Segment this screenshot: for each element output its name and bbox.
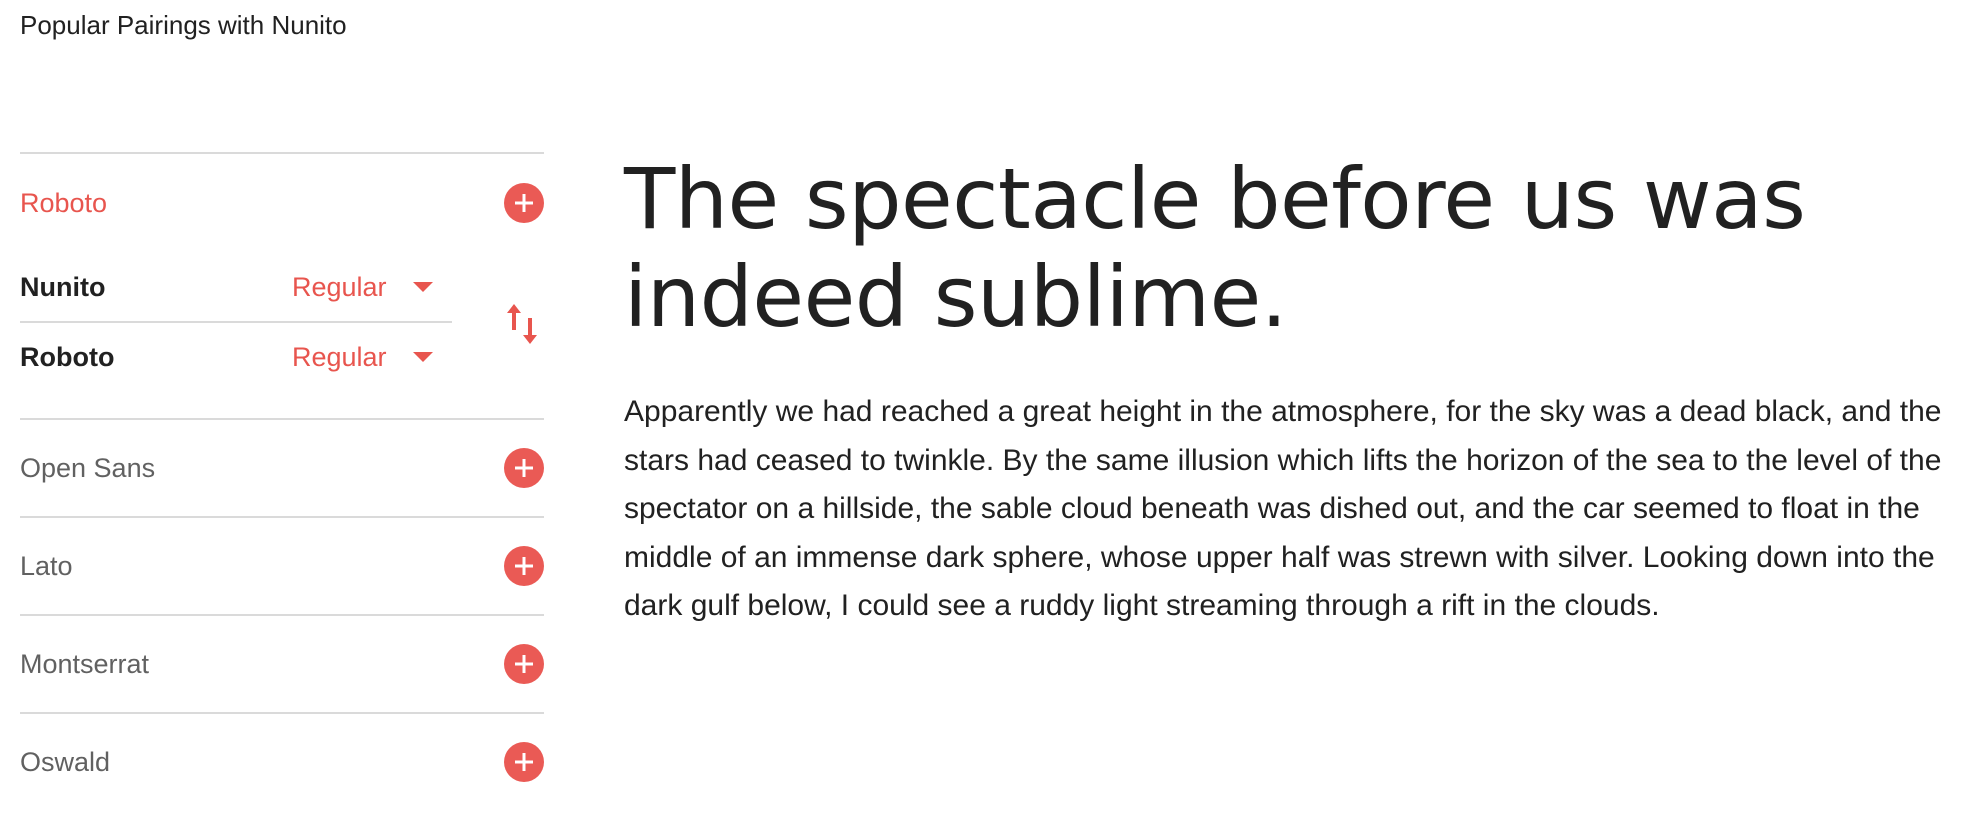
plus-circle-icon[interactable] xyxy=(504,448,544,488)
pairing-detail: Nunito Regular Roboto Regular xyxy=(20,252,544,418)
pairing-item-lato[interactable]: Lato xyxy=(20,518,544,614)
chevron-down-icon xyxy=(412,282,433,292)
pairing-item-montserrat[interactable]: Montserrat xyxy=(20,616,544,712)
pairings-page: Popular Pairings with Nunito Roboto Nuni… xyxy=(0,0,1968,828)
pairing-item-roboto[interactable]: Roboto xyxy=(20,154,544,252)
pairing-name: Open Sans xyxy=(20,452,156,483)
preview-headline: The spectacle before us was indeed subli… xyxy=(624,150,1806,346)
primary-weight-label: Regular xyxy=(292,271,387,302)
plus-circle-icon[interactable] xyxy=(504,742,544,782)
secondary-weight-select[interactable]: Regular xyxy=(292,342,433,373)
swap-vertical-icon[interactable] xyxy=(504,300,544,348)
pairing-item-oswald[interactable]: Oswald xyxy=(20,714,544,810)
section-title: Popular Pairings with Nunito xyxy=(20,10,347,40)
pairing-name: Montserrat xyxy=(20,648,150,679)
pair-primary-row: Nunito Regular xyxy=(20,252,452,322)
pair-secondary-row: Roboto Regular xyxy=(20,321,452,391)
primary-font-family: Nunito xyxy=(20,271,106,302)
pairing-name: Lato xyxy=(20,550,73,581)
pairing-preview: The spectacle before us was indeed subli… xyxy=(624,150,1954,631)
plus-circle-icon[interactable] xyxy=(504,183,544,223)
plus-circle-icon[interactable] xyxy=(504,546,544,586)
primary-weight-select[interactable]: Regular xyxy=(292,272,433,303)
chevron-down-icon xyxy=(412,352,433,362)
pairing-list: Roboto Nunito Regular Roboto Regular Ope… xyxy=(20,152,544,810)
secondary-weight-label: Regular xyxy=(292,341,387,372)
preview-body: Apparently we had reached a great height… xyxy=(624,395,1942,622)
pairing-name: Oswald xyxy=(20,746,111,777)
pairing-item-open-sans[interactable]: Open Sans xyxy=(20,420,544,516)
secondary-font-family: Roboto xyxy=(20,341,115,372)
plus-circle-icon[interactable] xyxy=(504,644,544,684)
pairing-name: Roboto xyxy=(20,187,108,218)
